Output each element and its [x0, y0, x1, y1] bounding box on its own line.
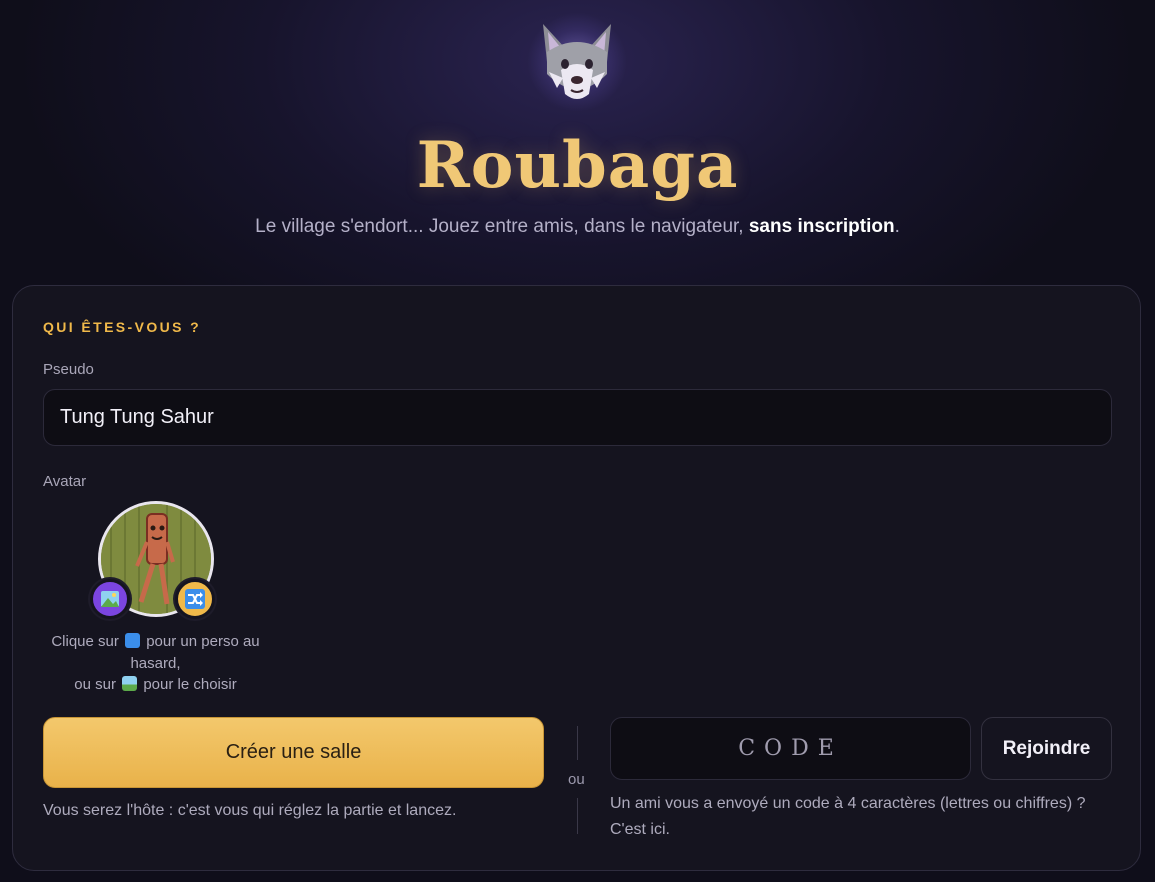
avatar-label: Avatar [43, 473, 87, 490]
host-note: Vous serez l'hôte : c'est vous qui régle… [43, 802, 457, 819]
random-avatar-button[interactable] [175, 579, 215, 619]
subtitle-emphasis: sans inscription [748, 216, 895, 237]
wolf-face-icon [527, 12, 627, 112]
subtitle: Le village s'endort... Jouez entre amis,… [0, 214, 1155, 240]
divider [577, 798, 578, 834]
join-note: Un ami vous a envoyé un code à 4 caractè… [610, 795, 1086, 838]
profile-card: QUI ÊTES-VOUS ? Pseudo Avatar [12, 285, 1141, 871]
avatar-hint: Clique sur pour un perso au hasard, ou s… [43, 631, 268, 696]
pseudo-label: Pseudo [43, 361, 94, 378]
shuffle-icon [125, 633, 141, 648]
room-code-input[interactable] [610, 717, 971, 780]
section-title: QUI ÊTES-VOUS ? [43, 319, 202, 335]
join-button[interactable]: Rejoindre [981, 717, 1112, 780]
subtitle-end: . [894, 216, 900, 237]
or-label: ou [568, 771, 585, 788]
picture-button[interactable] [90, 579, 130, 619]
create-room-button[interactable]: Créer une salle [43, 717, 544, 788]
hint-text: Clique sur [51, 633, 119, 650]
hint-text: pour le choisir [143, 676, 237, 693]
pseudo-input[interactable] [43, 389, 1112, 446]
hint-text: ou sur [74, 676, 116, 693]
app-title: Roubaga [416, 128, 739, 203]
avatar-picker [90, 501, 215, 619]
divider [577, 726, 578, 760]
picture-icon [101, 591, 119, 607]
shuffle-icon [185, 589, 205, 609]
picture-icon [122, 676, 138, 691]
subtitle-text: Le village s'endort... Jouez entre amis,… [255, 216, 749, 237]
hint-text: pour un perso au hasard, [130, 633, 260, 672]
